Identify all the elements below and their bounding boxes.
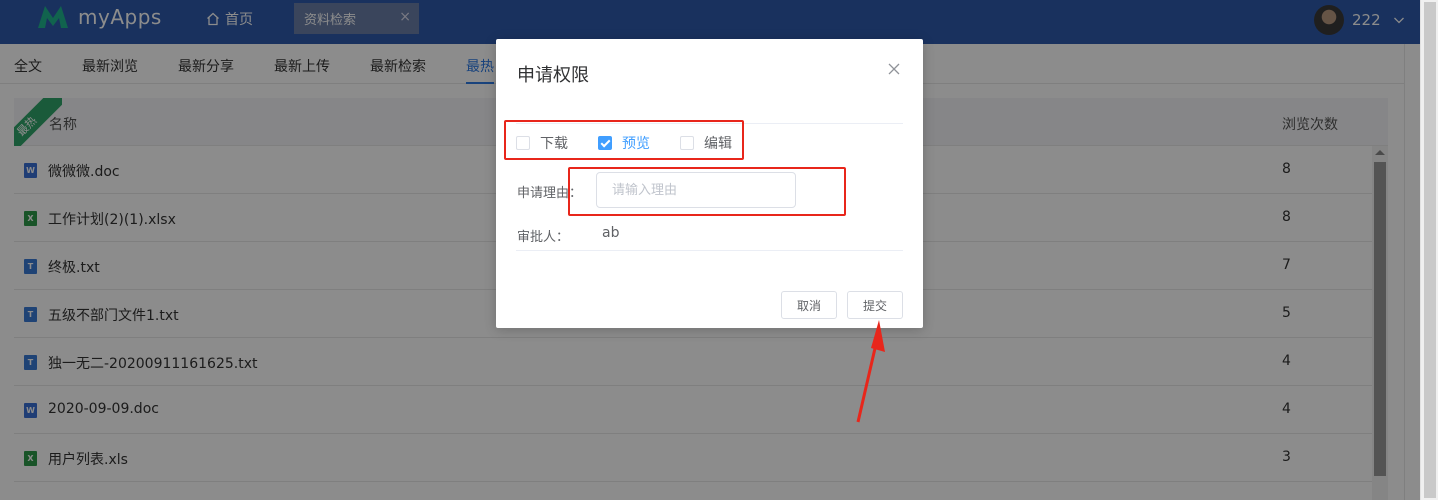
annotation-arrow-icon bbox=[856, 320, 885, 423]
cancel-button[interactable]: 取消 bbox=[781, 291, 837, 319]
annotation-box-permissions bbox=[504, 120, 744, 160]
submit-button[interactable]: 提交 bbox=[847, 291, 903, 319]
dialog-title: 申请权限 bbox=[517, 65, 589, 86]
page-scrollbar-thumb[interactable] bbox=[1424, 2, 1436, 498]
approver-label: 审批人： bbox=[517, 230, 570, 245]
page-scrollbar[interactable] bbox=[1420, 0, 1438, 500]
approver-value: ab bbox=[602, 225, 620, 241]
close-icon[interactable] bbox=[887, 62, 901, 76]
dialog-divider bbox=[516, 250, 903, 251]
annotation-box-reason bbox=[568, 167, 846, 216]
